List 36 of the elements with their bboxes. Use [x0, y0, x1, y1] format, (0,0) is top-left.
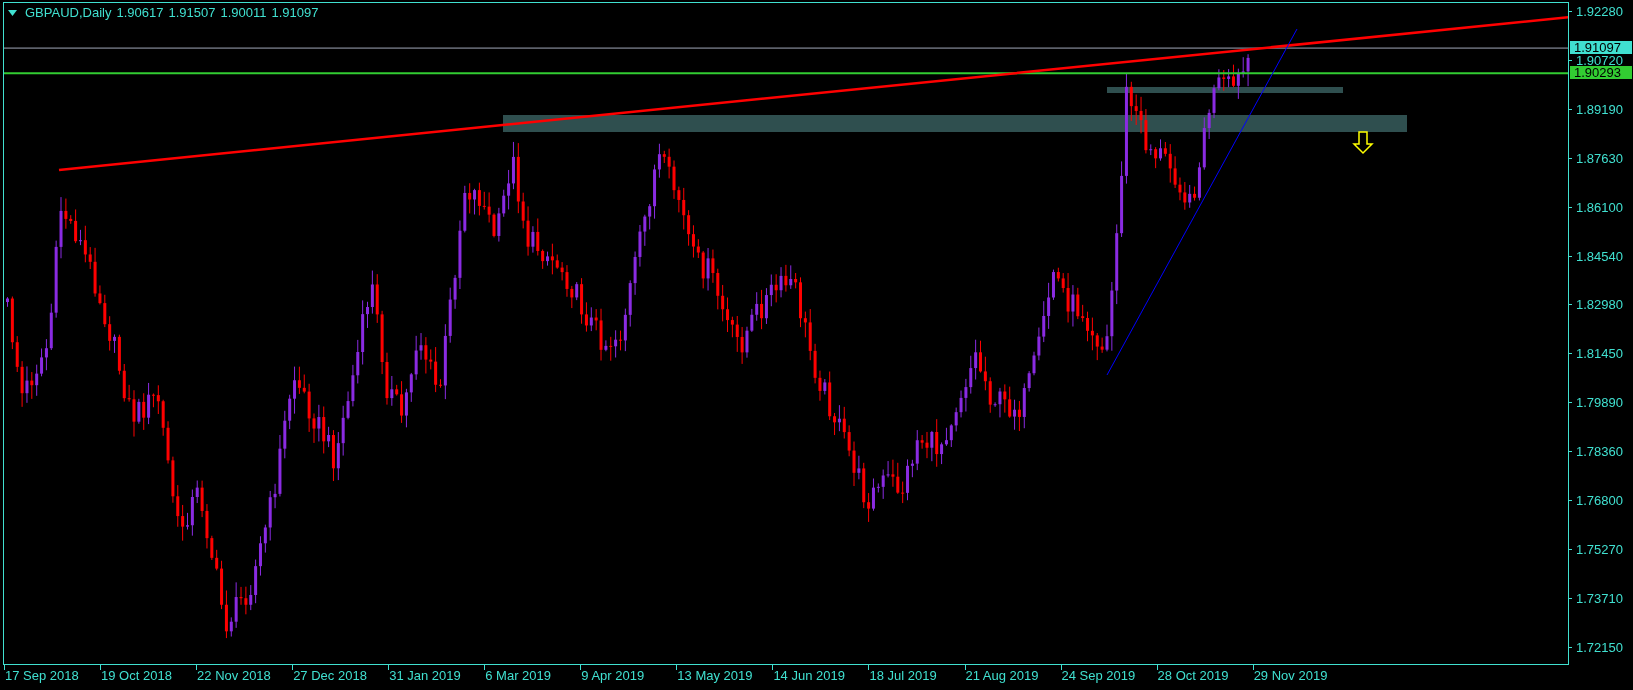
price-label: 1.87630 — [1576, 151, 1623, 165]
date-label: 24 Sep 2019 — [1061, 668, 1136, 684]
ohlc-value: 1.91507 — [168, 5, 216, 20]
price-label: 1.82980 — [1576, 298, 1623, 312]
ohlc-value: 1.91097 — [271, 5, 319, 20]
price-label: 1.72150 — [1576, 640, 1623, 654]
ohlc-value: 1.90011 — [220, 5, 267, 20]
date-label: 21 Aug 2019 — [965, 668, 1039, 684]
price-label: 1.75270 — [1576, 542, 1623, 556]
price-label: 1.90720 — [1576, 53, 1623, 67]
date-label: 28 Oct 2019 — [1157, 668, 1229, 684]
price-label: 1.89190 — [1576, 102, 1623, 116]
date-label: 17 Sep 2018 — [5, 668, 79, 684]
date-label: 19 Oct 2018 — [101, 668, 172, 684]
price-label: 1.86100 — [1576, 200, 1623, 214]
date-label: 22 Nov 2018 — [197, 668, 271, 684]
date-label: 9 Apr 2019 — [581, 668, 645, 684]
date-label: 29 Nov 2019 — [1253, 668, 1328, 684]
date-label: 6 Mar 2019 — [485, 668, 551, 684]
symbol-label: GBPAUD,Daily — [25, 5, 112, 20]
price-tag: 1.91097 — [1570, 41, 1632, 55]
price-label: 1.73710 — [1576, 591, 1623, 605]
date-label: 31 Jan 2019 — [389, 668, 461, 684]
price-label: 1.78360 — [1576, 445, 1623, 459]
ohlc-value: 1.90617 — [116, 5, 164, 20]
date-label: 14 Jun 2019 — [773, 668, 845, 684]
price-tag: 1.90293 — [1570, 66, 1632, 80]
price-label: 1.81450 — [1576, 347, 1623, 361]
date-label: 13 May 2019 — [677, 668, 753, 684]
date-label: 18 Jul 2019 — [869, 668, 937, 684]
date-label: 27 Dec 2018 — [293, 668, 367, 684]
price-label: 1.79890 — [1576, 396, 1623, 410]
price-label: 1.76800 — [1576, 494, 1623, 507]
price-label: 1.84540 — [1576, 249, 1623, 263]
price-label: 1.92280 — [1576, 5, 1623, 18]
triangle-icon[interactable] — [8, 9, 17, 16]
